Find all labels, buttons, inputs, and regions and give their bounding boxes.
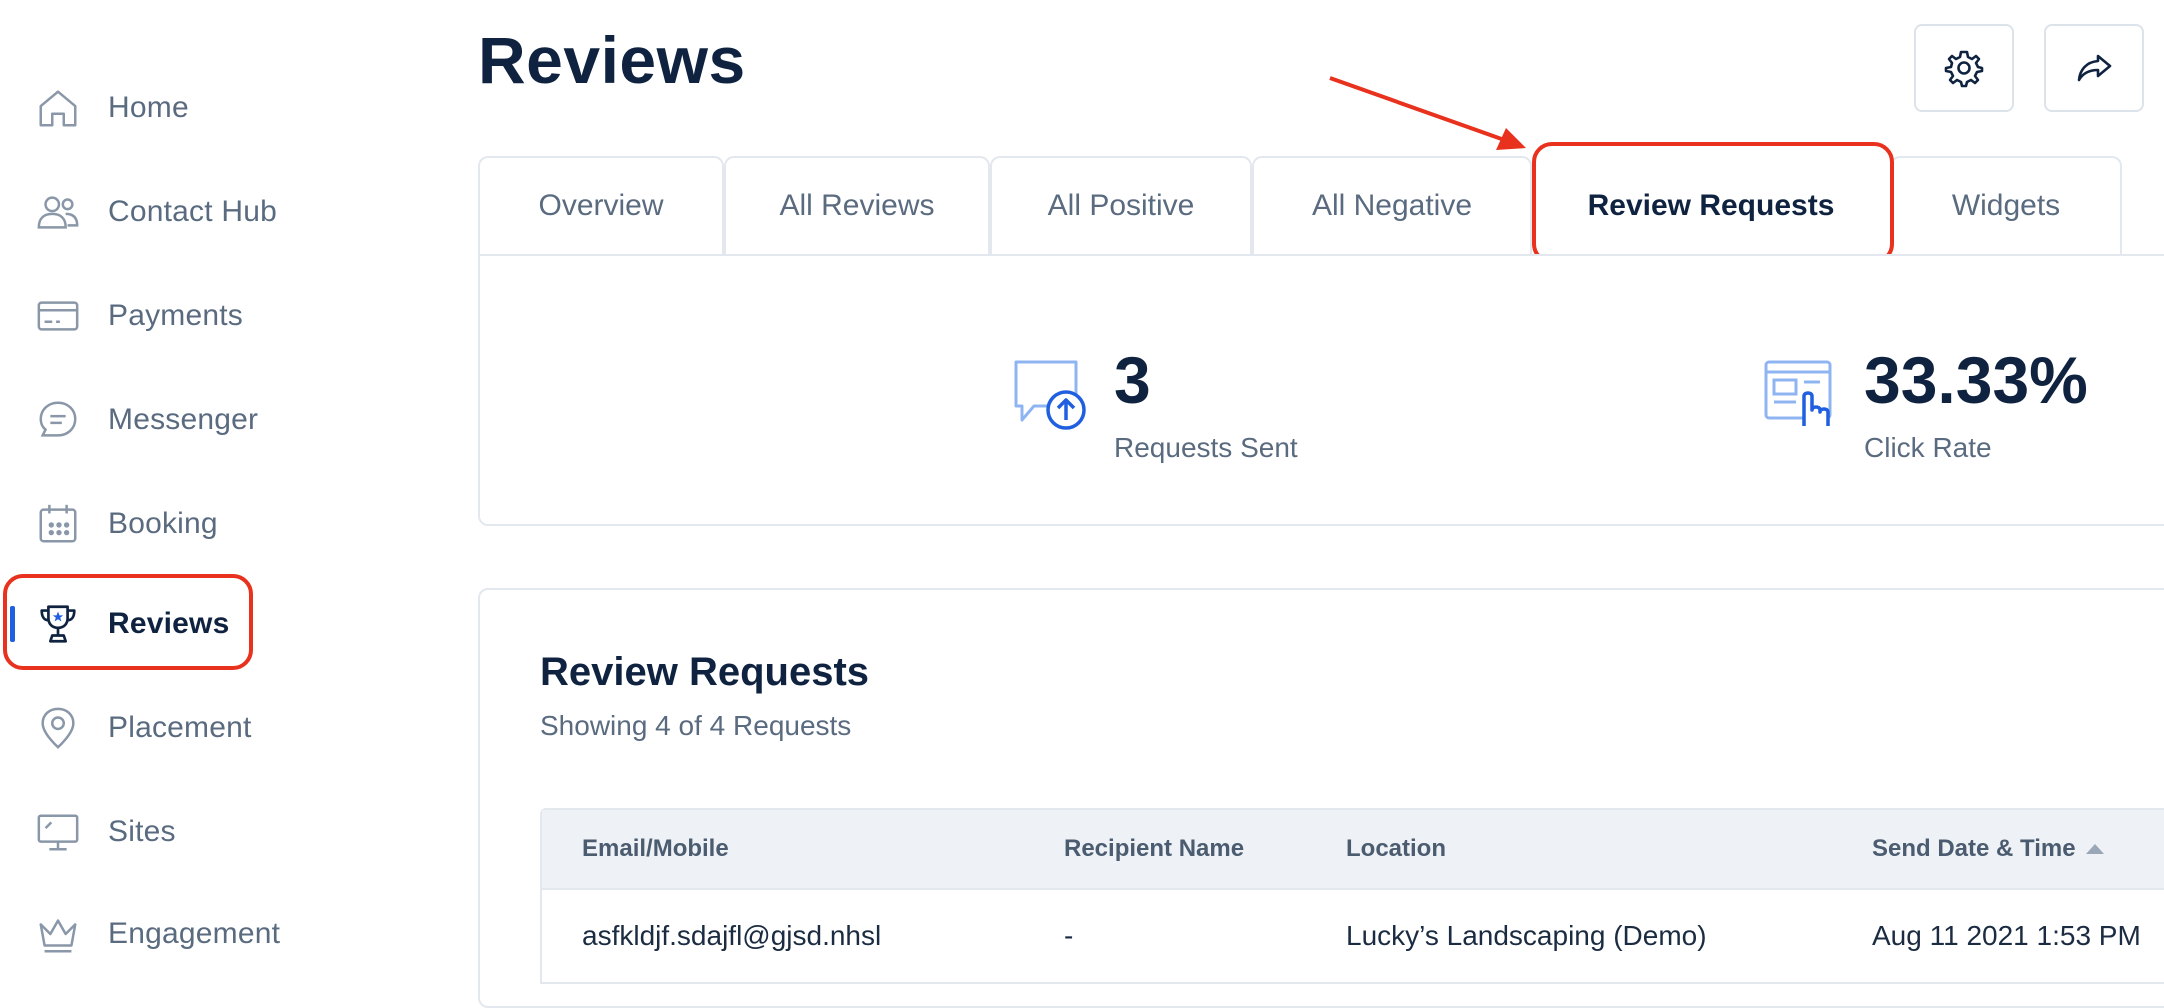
tab-all-reviews[interactable]: All Reviews [724,156,990,254]
annotation-highlight-box [3,574,253,670]
settings-button[interactable] [1914,24,2014,112]
sidebar-item-label: Engagement [108,917,281,950]
table-header: Email/Mobile Recipient Name Location Sen… [542,810,2164,888]
section-subtitle: Showing 4 of 4 Requests [540,710,852,741]
sidebar-item-sites[interactable]: Sites [0,796,440,868]
share-icon [2077,54,2112,82]
annotation-highlight-box [1532,142,1894,264]
stats-card: 3 Requests Sent 33.33% Click Rate [478,254,2164,526]
tab-widgets[interactable]: Widgets [1890,156,2122,254]
sort-ascending-icon[interactable] [2085,844,2104,854]
sidebar-item-label: Sites [108,815,176,848]
column-header-recipient[interactable]: Recipient Name [1064,810,1244,888]
sidebar-item-label: Home [108,91,189,124]
message-upload-icon [1014,360,1086,430]
sidebar-item-placement[interactable]: Placement [0,692,440,764]
sidebar-item-label: Payments [108,299,243,332]
sidebar-item-label: Booking [108,507,218,540]
share-button[interactable] [2044,24,2144,112]
tab-all-positive[interactable]: All Positive [990,156,1252,254]
click-rate-icon [1764,360,1832,426]
sidebar-item-booking[interactable]: Booking [0,488,440,560]
page-title: Reviews [478,23,746,97]
sidebar-item-label: Contact Hub [108,195,277,228]
tab-all-negative[interactable]: All Negative [1252,156,1532,254]
tab-overview[interactable]: Overview [478,156,724,254]
column-header-label: Send Date & Time [1872,835,2076,862]
sidebar-item-engagement[interactable]: Engagement [0,898,440,970]
sidebar: Home Contact Hub Payments Messenger Book… [0,0,440,984]
annotation-arrow-icon [1329,76,1526,150]
sidebar-item-payments[interactable]: Payments [0,280,440,352]
sidebar-item-messenger[interactable]: Messenger [0,384,440,456]
crown-icon [34,910,82,958]
location-pin-icon [34,704,82,752]
stat-value: 3 [1114,343,1151,417]
section-title: Review Requests [540,650,870,694]
sidebar-item-label: Messenger [108,403,259,436]
sidebar-item-contact-hub[interactable]: Contact Hub [0,176,440,248]
cell-location: Lucky’s Landscaping (Demo) [1346,920,1707,951]
gear-icon [1944,50,1984,88]
column-header-email[interactable]: Email/Mobile [582,810,729,888]
cell-recipient: - [1064,920,1074,951]
chat-icon [34,396,82,444]
sidebar-item-home[interactable]: Home [0,72,440,144]
monitor-icon [34,808,82,856]
column-header-location[interactable]: Location [1346,810,1446,888]
calendar-icon [34,500,82,548]
cell-email: asfkldjf.sdajfl@gjsd.nhsl [582,920,882,951]
stat-value: 33.33% [1864,343,2088,417]
sidebar-item-label: Placement [108,711,252,744]
table-row[interactable]: asfkldjf.sdajfl@gjsd.nhsl - Lucky’s Land… [542,888,2164,982]
stat-label: Click Rate [1864,432,1992,463]
cell-send-date: Aug 11 2021 1:53 PM [1872,920,2141,951]
home-icon [34,84,82,132]
review-requests-card: Review Requests Showing 4 of 4 Requests … [478,588,2164,1008]
stat-label: Requests Sent [1114,432,1298,463]
credit-card-icon [34,292,82,340]
column-header-send-date[interactable]: Send Date & Time [1872,810,2104,888]
requests-table: Email/Mobile Recipient Name Location Sen… [540,808,2164,984]
users-icon [34,188,82,236]
